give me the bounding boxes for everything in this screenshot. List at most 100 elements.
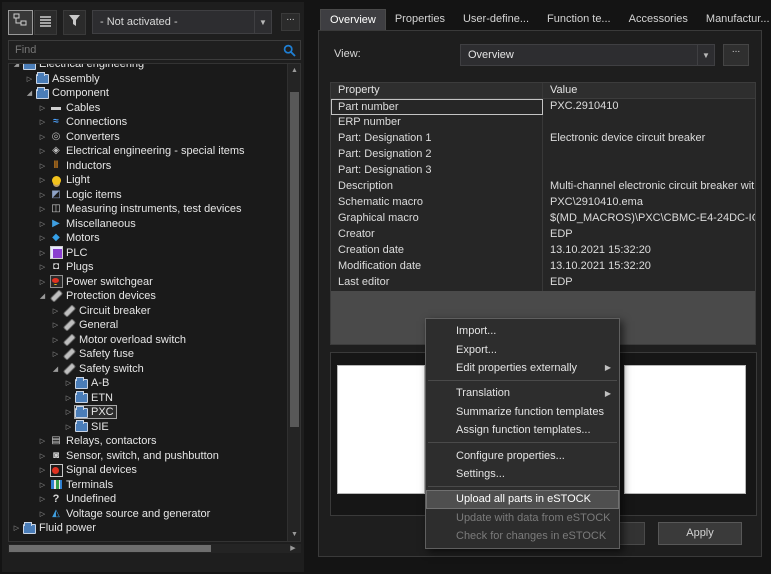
collapsed-arrow-icon[interactable]: ▷ [37, 466, 48, 474]
tree-item-safety-fuse[interactable]: ▷Safety fuse [9, 347, 287, 362]
tree-item-undefined[interactable]: ▷Undefined [9, 492, 287, 507]
tree-item-measuring-instruments-test-devices[interactable]: ▷Measuring instruments, test devices [9, 202, 287, 217]
menu-item-summarize-function-templates[interactable]: Summarize function templates [426, 403, 619, 421]
tree-item-inductors[interactable]: ▷Inductors [9, 159, 287, 174]
tree-item-box[interactable]: Circuit breaker [61, 304, 154, 318]
tree-item-plugs[interactable]: ▷Plugs [9, 260, 287, 275]
collapsed-arrow-icon[interactable]: ▷ [63, 423, 74, 431]
collapsed-arrow-icon[interactable]: ▷ [50, 350, 61, 358]
tree-item-box[interactable]: Undefined [48, 492, 119, 506]
tree-item-box[interactable]: Miscellaneous [48, 217, 139, 231]
collapsed-arrow-icon[interactable]: ▷ [37, 133, 48, 141]
tree-item-signal-devices[interactable]: ▷Signal devices [9, 463, 287, 478]
collapsed-arrow-icon[interactable]: ▷ [63, 408, 74, 416]
tree-item-fluid-power[interactable]: ▷Fluid power [9, 521, 287, 536]
collapsed-arrow-icon[interactable]: ▷ [37, 249, 48, 257]
value-cell[interactable]: EDP [543, 275, 755, 291]
tree-item-miscellaneous[interactable]: ▷Miscellaneous [9, 217, 287, 232]
tab-user-define[interactable]: User-define... [454, 9, 538, 30]
tree-item-protection-devices[interactable]: ◢Protection devices [9, 289, 287, 304]
tree-item-box[interactable]: Fluid power [22, 521, 99, 535]
tree-item-box[interactable]: Motors [48, 231, 103, 245]
tree-item-box[interactable]: Plugs [48, 260, 97, 274]
menu-item-import[interactable]: Import... [426, 322, 619, 340]
selected-tree-item-box[interactable]: PXC [74, 405, 117, 419]
tree-item-box[interactable]: Assembly [35, 72, 103, 86]
tab-manufactur[interactable]: Manufactur... [697, 9, 771, 30]
property-cell[interactable]: ERP number [331, 115, 543, 131]
collapsed-arrow-icon[interactable]: ▷ [24, 75, 35, 83]
property-cell[interactable]: Part number [331, 99, 543, 115]
tree-item-box[interactable]: Voltage source and generator [48, 507, 213, 521]
collapsed-arrow-icon[interactable]: ▷ [37, 176, 48, 184]
tree-item-box[interactable]: PLC [48, 246, 90, 260]
tree-item-converters[interactable]: ▷Converters [9, 130, 287, 145]
apply-button[interactable]: Apply [658, 522, 742, 545]
horizontal-scrollbar-thumb[interactable] [9, 545, 211, 552]
property-cell[interactable]: Creation date [331, 243, 543, 259]
tree-item-box[interactable]: SIE [74, 420, 112, 434]
expanded-arrow-icon[interactable]: ◢ [37, 292, 48, 300]
tree-item-connections[interactable]: ▷Connections [9, 115, 287, 130]
view-more-button[interactable]: ... [723, 44, 749, 66]
collapsed-arrow-icon[interactable]: ▷ [37, 495, 48, 503]
find-input[interactable] [9, 44, 283, 56]
value-cell[interactable]: EDP [543, 227, 755, 243]
tree-item-light[interactable]: ▷Light [9, 173, 287, 188]
collapsed-arrow-icon[interactable]: ▷ [37, 147, 48, 155]
tree-item-terminals[interactable]: ▷Terminals [9, 478, 287, 493]
tab-overview[interactable]: Overview [320, 9, 386, 30]
property-cell[interactable]: Last editor [331, 275, 543, 291]
collapsed-arrow-icon[interactable]: ▷ [37, 205, 48, 213]
expanded-arrow-icon[interactable]: ◢ [24, 89, 35, 97]
collapsed-arrow-icon[interactable]: ▷ [63, 394, 74, 402]
tree-item-box[interactable]: Measuring instruments, test devices [48, 202, 244, 216]
tree-item-box[interactable]: Electrical engineering - special items [48, 144, 248, 158]
value-cell[interactable]: $(MD_MACROS)\PXC\CBMC-E4-24DC-IOL... [543, 211, 755, 227]
tree-item-box[interactable]: Sensor, switch, and pushbutton [48, 449, 222, 463]
table-row-description[interactable]: DescriptionMulti-channel electronic circ… [331, 179, 755, 195]
column-header-value[interactable]: Value [543, 83, 755, 98]
expanded-arrow-icon[interactable]: ◢ [50, 365, 61, 373]
collapsed-arrow-icon[interactable]: ▷ [37, 452, 48, 460]
property-cell[interactable]: Part: Designation 2 [331, 147, 543, 163]
table-row-last-editor[interactable]: Last editorEDP [331, 275, 755, 291]
tree-item-box[interactable]: Connections [48, 115, 130, 129]
collapsed-arrow-icon[interactable]: ▷ [37, 118, 48, 126]
tree-item-box[interactable]: Protection devices [48, 289, 159, 303]
filter-button[interactable] [63, 10, 86, 35]
collapsed-arrow-icon[interactable]: ▷ [50, 321, 61, 329]
value-cell[interactable]: PXC.2910410 [543, 99, 755, 115]
filter-more-button[interactable]: ... [281, 13, 300, 31]
property-cell[interactable]: Part: Designation 3 [331, 163, 543, 179]
tree-item-box[interactable]: Terminals [48, 478, 116, 492]
collapsed-arrow-icon[interactable]: ▷ [37, 510, 48, 518]
tree-item-sensor-switch-and-pushbutton[interactable]: ▷Sensor, switch, and pushbutton [9, 449, 287, 464]
filter-scheme-dropdown[interactable]: - Not activated - ▼ [92, 10, 272, 34]
collapsed-arrow-icon[interactable]: ▷ [50, 336, 61, 344]
tree-item-voltage-source-and-generator[interactable]: ▷Voltage source and generator [9, 507, 287, 522]
property-cell[interactable]: Graphical macro [331, 211, 543, 227]
tree-item-sie[interactable]: ▷SIE [9, 420, 287, 435]
tree-item-electrical-engineering[interactable]: ◢Electrical engineering [9, 63, 287, 72]
table-row-creation-date[interactable]: Creation date13.10.2021 15:32:20 [331, 243, 755, 259]
tree-item-box[interactable]: Cables [48, 101, 103, 115]
tree-item-electrical-engineering-special-items[interactable]: ▷Electrical engineering - special items [9, 144, 287, 159]
menu-item-configure-properties[interactable]: Configure properties... [426, 446, 619, 464]
tree-item-motor-overload-switch[interactable]: ▷Motor overload switch [9, 333, 287, 348]
menu-item-assign-function-templates[interactable]: Assign function templates... [426, 421, 619, 439]
tree-item-logic-items[interactable]: ▷Logic items [9, 188, 287, 203]
tree-item-motors[interactable]: ▷Motors [9, 231, 287, 246]
value-cell[interactable] [543, 147, 755, 163]
collapsed-arrow-icon[interactable]: ▷ [37, 220, 48, 228]
table-row-part-number[interactable]: Part numberPXC.2910410 [331, 99, 755, 115]
menu-item-upload-all-parts-in-estock[interactable]: Upload all parts in eSTOCK [426, 490, 619, 508]
property-cell[interactable]: Modification date [331, 259, 543, 275]
tree-item-box[interactable]: Inductors [48, 159, 114, 173]
table-row-erp-number[interactable]: ERP number [331, 115, 755, 131]
tab-properties[interactable]: Properties [386, 9, 454, 30]
tree-item-component[interactable]: ◢Component [9, 86, 287, 101]
scroll-up-icon[interactable]: ▲ [288, 64, 301, 77]
view-dropdown[interactable]: Overview ▼ [460, 44, 715, 66]
table-row-part-designation-3[interactable]: Part: Designation 3 [331, 163, 755, 179]
